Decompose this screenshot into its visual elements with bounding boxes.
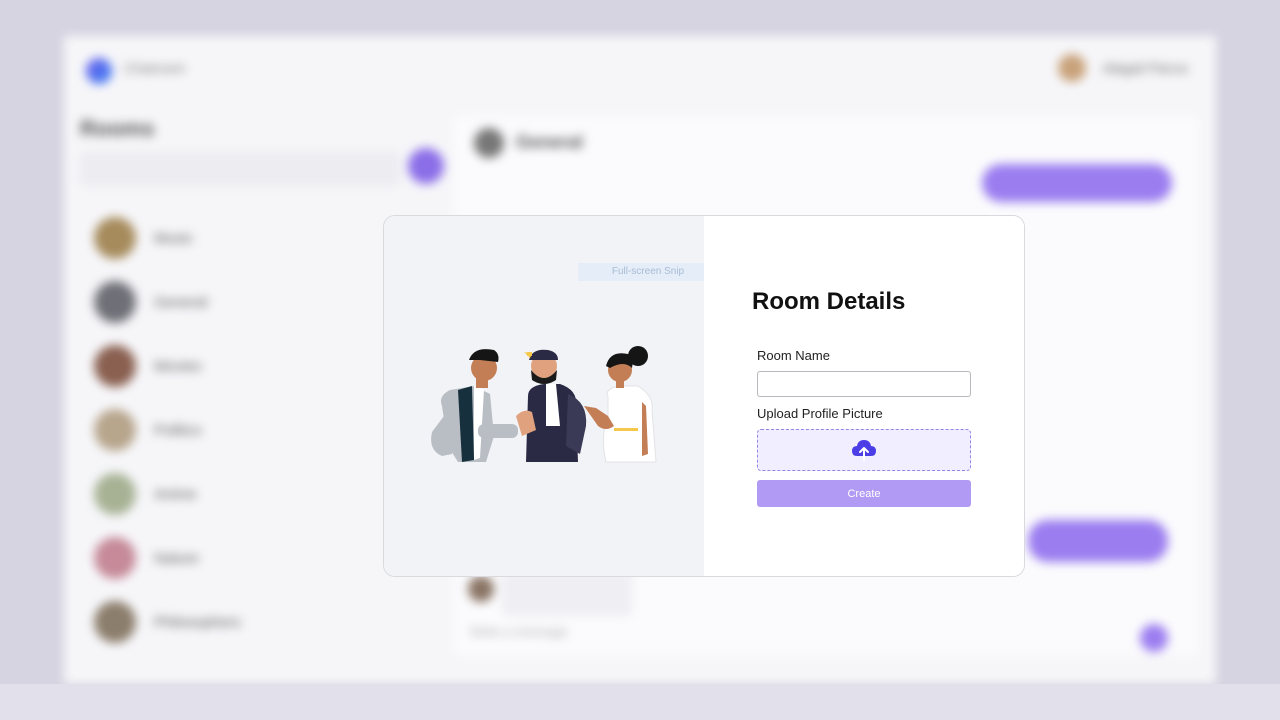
list-item: Nature (94, 526, 241, 590)
room-name: General (154, 293, 208, 311)
avatar (94, 345, 136, 387)
list-item: General (94, 270, 241, 334)
snip-hint: Full-screen Snip (578, 263, 718, 281)
room-name: Philosophers (154, 613, 241, 631)
person-left-figure (431, 349, 518, 462)
people-illustration (431, 346, 657, 463)
user-name: Abigail Pierce (1102, 60, 1188, 76)
list-item: Politics (94, 398, 241, 462)
avatar (94, 217, 136, 259)
person-middle-figure (516, 349, 587, 462)
create-button[interactable]: Create (757, 480, 971, 507)
avatar (94, 537, 136, 579)
room-name: Music (154, 229, 194, 247)
modal-title: Room Details (752, 288, 906, 315)
room-name: Nature (154, 549, 200, 567)
message-input: Write a message (470, 624, 568, 639)
user-avatar (1058, 54, 1086, 82)
room-name: Movies (154, 357, 202, 375)
avatar (468, 576, 494, 602)
room-list: Music General Movies Politics Anime Natu… (94, 206, 241, 654)
app-brand: Chatroom (124, 60, 186, 76)
list-item: Music (94, 206, 241, 270)
page-footer (0, 684, 1280, 720)
message-bubble (982, 164, 1172, 202)
room-name: Politics (154, 421, 202, 439)
avatar (94, 473, 136, 515)
upload-profile-picture-label: Upload Profile Picture (757, 406, 883, 421)
list-item: Anime (94, 462, 241, 526)
list-item: Movies (94, 334, 241, 398)
add-room-button (408, 148, 444, 184)
message-bubble (502, 572, 632, 616)
avatar (94, 601, 136, 643)
modal-illustration-panel: Full-screen Snip (384, 216, 718, 576)
send-button (1140, 624, 1168, 652)
list-item: Philosophers (94, 590, 241, 654)
person-right-figure (584, 346, 657, 463)
room-details-modal: Full-screen Snip Room Details Room Name … (383, 215, 1025, 577)
cloud-upload-icon (852, 440, 876, 461)
app-logo (86, 58, 112, 84)
avatar (474, 128, 504, 158)
room-search-input (80, 152, 400, 186)
message-bubble (1028, 520, 1168, 562)
rooms-title: Rooms (80, 116, 155, 141)
room-name-input[interactable] (757, 371, 971, 397)
chat-title: General (516, 132, 584, 152)
upload-profile-picture-dropzone[interactable] (757, 429, 971, 471)
avatar (94, 281, 136, 323)
room-name: Anime (154, 485, 197, 503)
room-name-label: Room Name (757, 348, 830, 363)
avatar (94, 409, 136, 451)
modal-form-panel: Room Details Room Name Upload Profile Pi… (704, 216, 1024, 576)
